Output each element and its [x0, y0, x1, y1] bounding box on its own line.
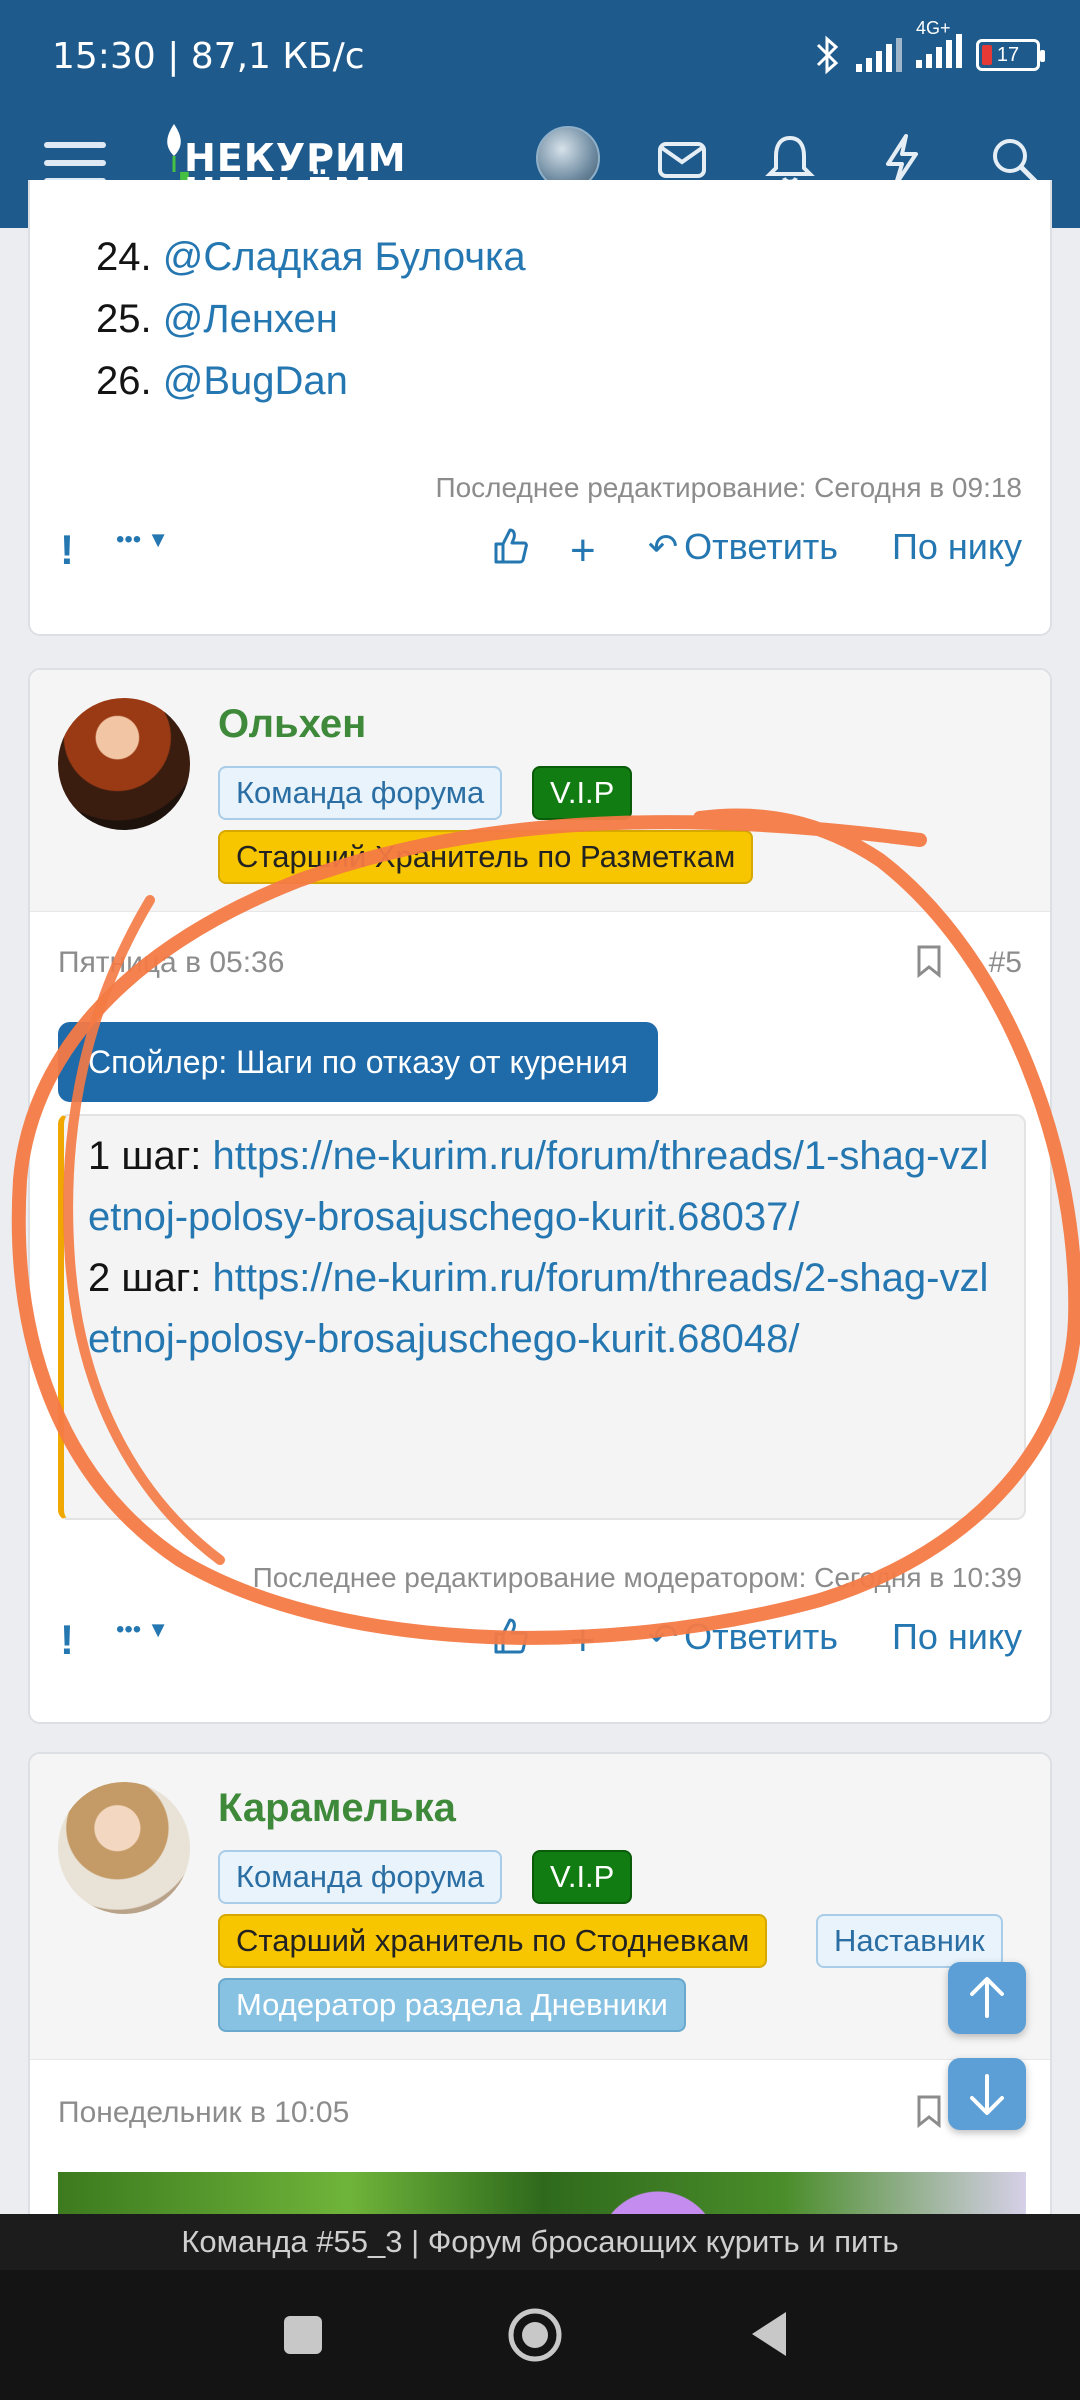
- status-time: 15:30 | 87,1 КБ/с: [52, 36, 365, 77]
- user-header: Ольхен Команда форума V.I.P Старший Хран…: [30, 670, 1050, 912]
- step-2: 2 шаг: https://ne-kurim.ru/forum/threads…: [88, 1256, 989, 1361]
- by-nick-button[interactable]: По нику: [892, 1616, 1022, 1658]
- post-2: Ольхен Команда форума V.I.P Старший Хран…: [28, 668, 1052, 1724]
- post-number[interactable]: #5: [989, 946, 1022, 980]
- mentions-list: 24. @Сладкая Булочка 25. @Ленхен 26. @Bu…: [96, 226, 526, 412]
- scroll-bottom-button[interactable]: [948, 2058, 1026, 2130]
- status-bar: 15:30 | 87,1 КБ/с 4G+ 17: [0, 0, 1080, 110]
- mention-link[interactable]: @Ленхен: [163, 297, 338, 341]
- report-button[interactable]: !: [60, 1616, 74, 1664]
- post-actions: ! ••• ▼ + ↶ Ответить По нику: [30, 1616, 1050, 1676]
- page-caption: Команда #55_3 | Форум бросающих курить и…: [0, 2214, 1080, 2270]
- avatar[interactable]: [58, 698, 190, 830]
- post-date[interactable]: Пятница в 05:36: [58, 946, 284, 980]
- home-button[interactable]: [506, 2306, 564, 2364]
- badge-mentor: Наставник: [816, 1914, 1003, 1968]
- chevron-down-icon: ▼: [147, 527, 169, 552]
- report-button[interactable]: !: [60, 526, 74, 574]
- bookmark-icon[interactable]: [916, 944, 942, 978]
- badge-vip: V.I.P: [532, 1850, 633, 1904]
- battery-level: 17: [996, 44, 1020, 66]
- mention-link[interactable]: @BugDan: [163, 359, 348, 403]
- by-nick-button[interactable]: По нику: [892, 526, 1022, 568]
- back-button[interactable]: [746, 2308, 790, 2360]
- user-header: Карамелька Команда форума V.I.P Старший …: [30, 1754, 1050, 2060]
- like-icon[interactable]: [490, 526, 530, 566]
- signal-icon-2: [916, 34, 962, 68]
- post-actions: ! ••• ▼ + ↶ Ответить По нику: [30, 526, 1050, 586]
- post-1: 24. @Сладкая Булочка 25. @Ленхен 26. @Bu…: [28, 180, 1052, 636]
- status-icons: 4G+ 17: [812, 18, 1045, 76]
- mention-link[interactable]: @Сладкая Булочка: [163, 235, 526, 279]
- edit-note: Последнее редактирование: Сегодня в 09:1…: [435, 472, 1022, 503]
- list-item: 24. @Сладкая Булочка: [96, 235, 526, 279]
- add-button[interactable]: +: [570, 526, 596, 576]
- reply-icon: ↶: [648, 526, 679, 567]
- step-1: 1 шаг: https://ne-kurim.ru/forum/threads…: [88, 1134, 989, 1239]
- network-label: 4G+: [916, 18, 951, 38]
- scroll-top-button[interactable]: [948, 1962, 1026, 2034]
- badge-keeper: Старший Хранитель по Разметкам: [218, 830, 754, 884]
- badge-vip: V.I.P: [532, 766, 633, 820]
- badge-moderator: Модератор раздела Дневники: [218, 1978, 686, 2032]
- reply-button[interactable]: ↶ Ответить: [648, 1616, 838, 1658]
- post-date[interactable]: Понедельник в 10:05: [58, 2096, 349, 2130]
- battery-icon: 17: [976, 39, 1045, 71]
- reply-button[interactable]: ↶ Ответить: [648, 526, 838, 568]
- like-icon[interactable]: [490, 1616, 530, 1656]
- more-button[interactable]: ••• ▼: [116, 1616, 169, 1644]
- more-button[interactable]: ••• ▼: [116, 526, 169, 554]
- chevron-down-icon: ▼: [147, 1617, 169, 1642]
- add-button[interactable]: +: [570, 1616, 596, 1666]
- step-1-link[interactable]: https://ne-kurim.ru/forum/threads/1-shag…: [88, 1134, 988, 1239]
- spoiler-content: 1 шаг: https://ne-kurim.ru/forum/threads…: [58, 1114, 1026, 1520]
- username[interactable]: Ольхен: [218, 702, 366, 747]
- bluetooth-icon: [816, 35, 839, 75]
- badge-keeper: Старший хранитель по Стодневкам: [218, 1914, 768, 1968]
- system-nav-bar: [0, 2270, 1080, 2400]
- spoiler-button[interactable]: Спойлер: Шаги по отказу от курения: [58, 1022, 658, 1102]
- recent-apps-button[interactable]: [280, 2312, 326, 2358]
- list-item: 25. @Ленхен: [96, 297, 338, 341]
- username[interactable]: Карамелька: [218, 1786, 456, 1831]
- avatar[interactable]: [58, 1782, 190, 1914]
- step-2-link[interactable]: https://ne-kurim.ru/forum/threads/2-shag…: [88, 1256, 988, 1361]
- signal-icon: [856, 38, 902, 72]
- badge-team: Команда форума: [218, 1850, 503, 1904]
- reply-icon: ↶: [648, 1616, 679, 1657]
- badge-team: Команда форума: [218, 766, 503, 820]
- network-type: 4G+: [916, 18, 962, 76]
- edit-note: Последнее редактирование модератором: Се…: [252, 1562, 1022, 1593]
- list-item: 26. @BugDan: [96, 359, 348, 403]
- bookmark-icon[interactable]: [916, 2094, 942, 2128]
